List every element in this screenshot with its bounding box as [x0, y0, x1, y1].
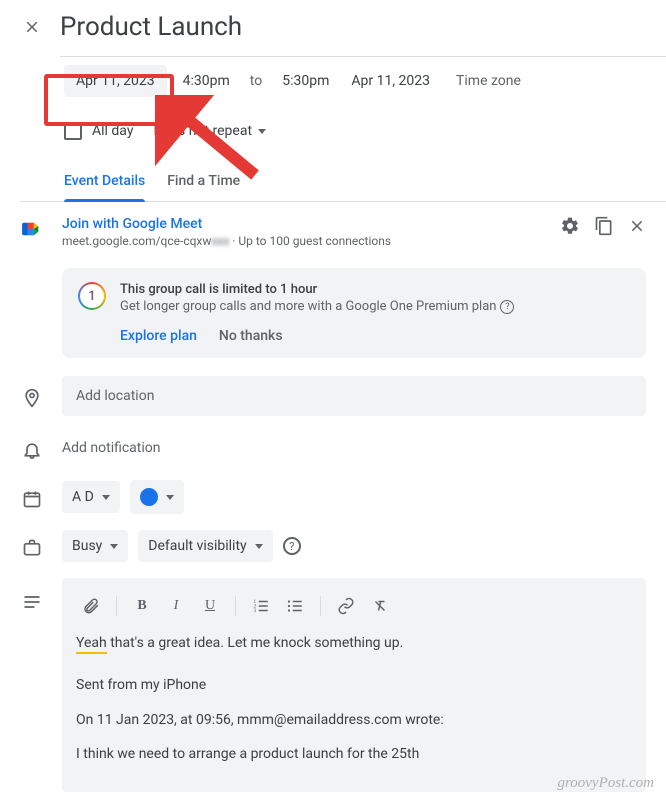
timezone-button[interactable]: Time zone — [446, 73, 531, 89]
toolbar-divider — [116, 596, 117, 616]
no-thanks-button[interactable]: No thanks — [219, 328, 283, 344]
calendar-owner-dropdown[interactable]: A D — [62, 481, 120, 513]
link-button[interactable] — [331, 592, 361, 620]
add-notification-button[interactable]: Add notification — [62, 432, 161, 464]
clear-formatting-button[interactable] — [365, 592, 395, 620]
meet-url-text: meet.google.com/qce-cqxwxxx · Up to 100 … — [62, 234, 542, 248]
chevron-down-icon — [258, 129, 266, 134]
end-date-button[interactable]: Apr 11, 2023 — [345, 65, 436, 97]
end-time-button[interactable]: 5:30pm — [276, 65, 335, 97]
meet-settings-icon[interactable] — [560, 216, 580, 240]
repeat-label: Does not repeat — [153, 123, 252, 139]
google-one-icon: 1 — [78, 282, 106, 310]
join-meet-link[interactable]: Join with Google Meet — [62, 216, 542, 232]
briefcase-icon — [20, 534, 44, 558]
svg-text:3: 3 — [254, 608, 257, 614]
tab-event-details[interactable]: Event Details — [64, 173, 145, 201]
event-title[interactable]: Product Launch — [60, 12, 646, 42]
help-icon[interactable]: ? — [283, 537, 301, 555]
attach-icon[interactable] — [76, 592, 106, 620]
chevron-down-icon — [102, 495, 110, 500]
bullet-list-button[interactable] — [280, 592, 310, 620]
tab-find-a-time[interactable]: Find a Time — [167, 173, 240, 201]
chevron-down-icon — [255, 544, 263, 549]
italic-button[interactable]: I — [161, 592, 191, 620]
availability-dropdown[interactable]: Busy — [62, 530, 128, 562]
chevron-down-icon — [166, 495, 174, 500]
watermark: groovyPost.com — [557, 775, 654, 792]
allday-checkbox[interactable] — [64, 122, 82, 140]
calendar-icon — [20, 485, 44, 509]
to-label: to — [246, 73, 266, 89]
bold-button[interactable]: B — [127, 592, 157, 620]
underline-button[interactable]: U — [195, 592, 225, 620]
meet-icon — [20, 216, 44, 238]
notification-icon — [20, 436, 44, 460]
location-icon — [20, 384, 44, 408]
banner-title: This group call is limited to 1 hour — [120, 282, 630, 297]
repeat-dropdown[interactable]: Does not repeat — [143, 115, 276, 147]
allday-label: All day — [92, 123, 133, 139]
description-field[interactable]: B I U 123 Yeah that's a great idea. Let … — [62, 578, 646, 792]
start-time-button[interactable]: 4:30pm — [177, 65, 236, 97]
help-icon[interactable]: ? — [500, 300, 514, 314]
banner-text: Get longer group calls and more with a G… — [120, 299, 630, 314]
location-input[interactable]: Add location — [62, 376, 646, 416]
visibility-dropdown[interactable]: Default visibility — [138, 530, 272, 562]
remove-meet-icon[interactable] — [628, 217, 646, 239]
numbered-list-button[interactable]: 123 — [246, 592, 276, 620]
close-icon[interactable] — [20, 15, 44, 39]
description-icon — [20, 578, 44, 612]
explore-plan-button[interactable]: Explore plan — [120, 328, 197, 344]
color-dot — [140, 488, 158, 506]
toolbar-divider — [320, 596, 321, 616]
event-color-dropdown[interactable] — [130, 480, 184, 514]
copy-meet-icon[interactable] — [594, 216, 614, 240]
description-text[interactable]: Yeah that's a great idea. Let me knock s… — [76, 632, 632, 766]
google-one-banner: 1 This group call is limited to 1 hour G… — [62, 268, 646, 358]
toolbar-divider — [235, 596, 236, 616]
start-date-button[interactable]: Apr 11, 2023 — [64, 65, 167, 97]
chevron-down-icon — [110, 544, 118, 549]
